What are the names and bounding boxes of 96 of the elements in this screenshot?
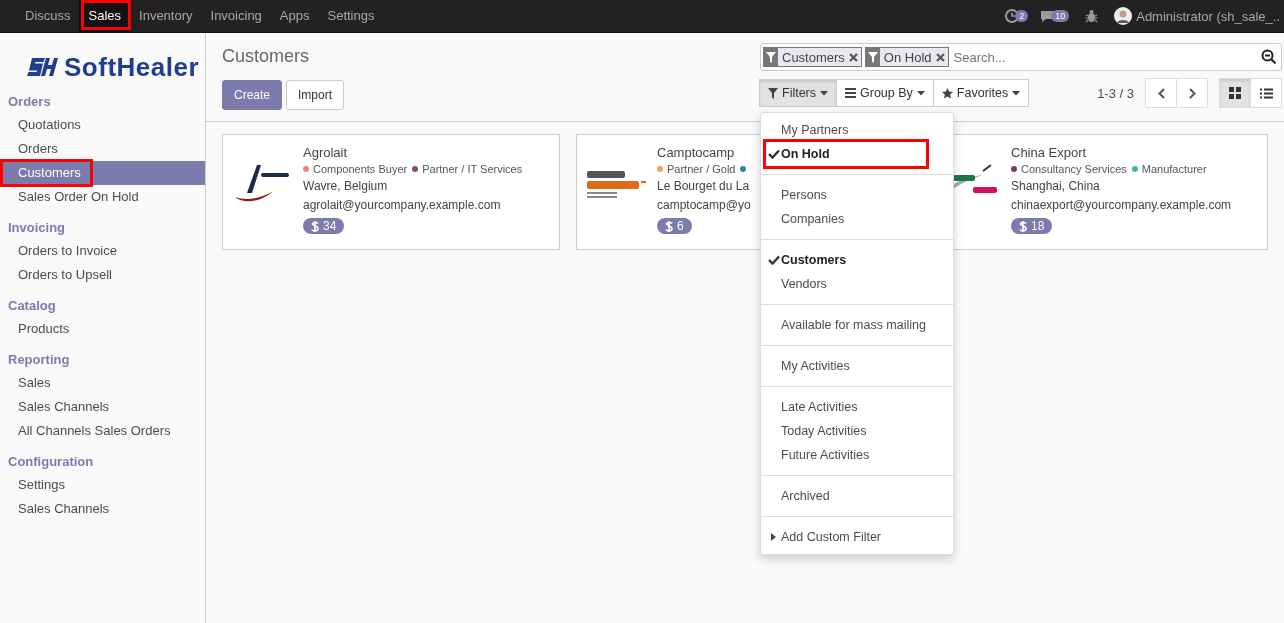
filter-facet[interactable]: Customers [763,47,862,67]
remove-icon[interactable] [848,52,858,62]
check-icon [768,255,780,265]
search-icon[interactable] [1261,49,1277,65]
bug-icon[interactable] [1085,9,1099,23]
dollar-icon [1019,219,1027,233]
check-icon [768,149,780,159]
customer-name: Camptocamp [657,145,736,160]
user-menu[interactable]: Administrator (sh_sale_.. [1114,7,1280,25]
app-menu-item[interactable]: Discuss [15,0,79,32]
caret-icon [820,90,829,96]
tag-label: Partner / Gold [667,163,736,175]
filter-option[interactable]: Today Activities [761,419,953,443]
tag-label: Manufacturer [1141,163,1207,175]
filter-icon [867,51,878,63]
customer-card[interactable]: Agrolait Components Buyer Partner / IT Services Wavre, Belgium agrolait@yourcompany.example.com 34 [222,134,560,250]
customer-email: camptocamp@yo [657,197,751,213]
filter-option[interactable]: Future Activities [761,443,953,467]
chevron-left-icon [1157,87,1165,99]
sidebar-item[interactable]: Orders to Invoice [0,239,205,263]
search-menu-button[interactable]: Favorites [932,79,1030,107]
facet-label: On Hold [882,49,933,65]
app-menu-item[interactable]: Inventory [129,0,201,32]
menu-section-title: Configuration [7,453,95,471]
count-badge: 10 [1051,10,1070,22]
caret-icon [771,533,776,541]
filter-option[interactable]: Vendors [761,272,953,296]
filter-option[interactable]: Available for mass mailing [761,313,953,337]
app-menu-item[interactable]: Apps [269,0,318,32]
dollar-icon [311,219,319,233]
menu-section-title: Reporting [7,351,71,369]
filter-facet[interactable]: On Hold [864,47,949,67]
filter-option[interactable]: Late Activities [761,395,953,419]
avatar-icon [1114,7,1133,25]
sidebar-item[interactable]: Sales [0,371,205,395]
view-switch-button[interactable] [1250,78,1282,108]
create-button[interactable]: Create [222,80,283,110]
filter-option[interactable]: My Activities [761,354,953,378]
star-icon [941,87,953,99]
caret-icon [916,90,925,96]
customer-name: Agrolait [303,145,349,160]
page-title: Customers [222,45,311,67]
app-menu-item[interactable]: Invoicing [200,0,270,32]
sales-count-badge[interactable]: 18 [1011,218,1053,234]
sidebar-item[interactable]: Orders [0,137,205,161]
sidebar-item[interactable]: Sales Channels [0,497,205,521]
menu-section-title: Invoicing [7,219,67,237]
search-menu-button[interactable]: Filters [759,79,838,107]
view-switch-button[interactable] [1219,78,1251,108]
sidebar-item[interactable]: Quotations [0,113,205,137]
logo-text: SoftHealer [64,51,200,83]
sidebar-item[interactable]: All Channels Sales Orders [0,419,205,443]
customer-email: chinaexport@yourcompany.example.com [1011,197,1232,213]
menu-section-title: Orders [7,93,52,111]
search-field[interactable]: Customers On Hold Search... [760,43,1282,71]
user-name: Administrator (sh_sale_.. [1136,8,1280,24]
previous-button[interactable] [1145,78,1177,108]
sidebar-item[interactable]: Orders to Upsell [0,263,205,287]
search-menu-button[interactable]: Group By [836,79,934,107]
dollar-icon [665,219,673,233]
sales-count-badge[interactable]: 6 [657,218,692,234]
customer-address: Shanghai, China [1011,178,1101,194]
customer-name: China Export [1011,145,1088,160]
chevron-right-icon [1188,87,1196,99]
filter-option[interactable]: Add Custom Filter [761,525,953,549]
sidebar-item[interactable]: Products [0,317,205,341]
sidebar-item[interactable]: Settings [0,473,205,497]
next-button[interactable] [1176,78,1208,108]
customer-address: Le Bourget du La [657,178,751,194]
customer-email: agrolait@yourcompany.example.com [303,197,502,213]
messages-button[interactable]: 10 [1040,9,1070,23]
activity-button[interactable]: 2 [1005,9,1029,23]
grid-icon [1229,87,1241,99]
sidebar-item[interactable]: Sales Order On Hold [0,185,205,209]
sales-count-badge[interactable]: 34 [303,218,345,234]
remove-icon[interactable] [935,52,945,62]
sidebar-item[interactable]: Sales Channels [0,395,205,419]
filter-icon [768,87,778,99]
menu-icon [845,88,857,98]
caret-icon [1012,90,1021,96]
menu-section-title: Catalog [7,297,57,315]
customer-address: Wavre, Belgium [303,178,389,194]
app-menu-item[interactable]: Settings [317,0,383,32]
logo-mark-icon [26,57,60,77]
count-badge: 2 [1015,10,1029,22]
import-button[interactable]: Import [286,80,345,110]
filter-option[interactable]: Archived [761,484,953,508]
tag-label: Components Buyer [313,163,408,175]
pager-value: 1-3 / 3 [1097,85,1134,101]
sidebar-item[interactable]: Customers [0,161,205,185]
filter-icon [766,51,776,63]
list-icon [1259,87,1273,99]
filter-option[interactable]: Customers [761,248,953,272]
facet-label: Customers [781,49,846,65]
tag-label: Partner / IT Services [422,163,523,175]
tag-label: Consultancy Services [1021,163,1127,175]
